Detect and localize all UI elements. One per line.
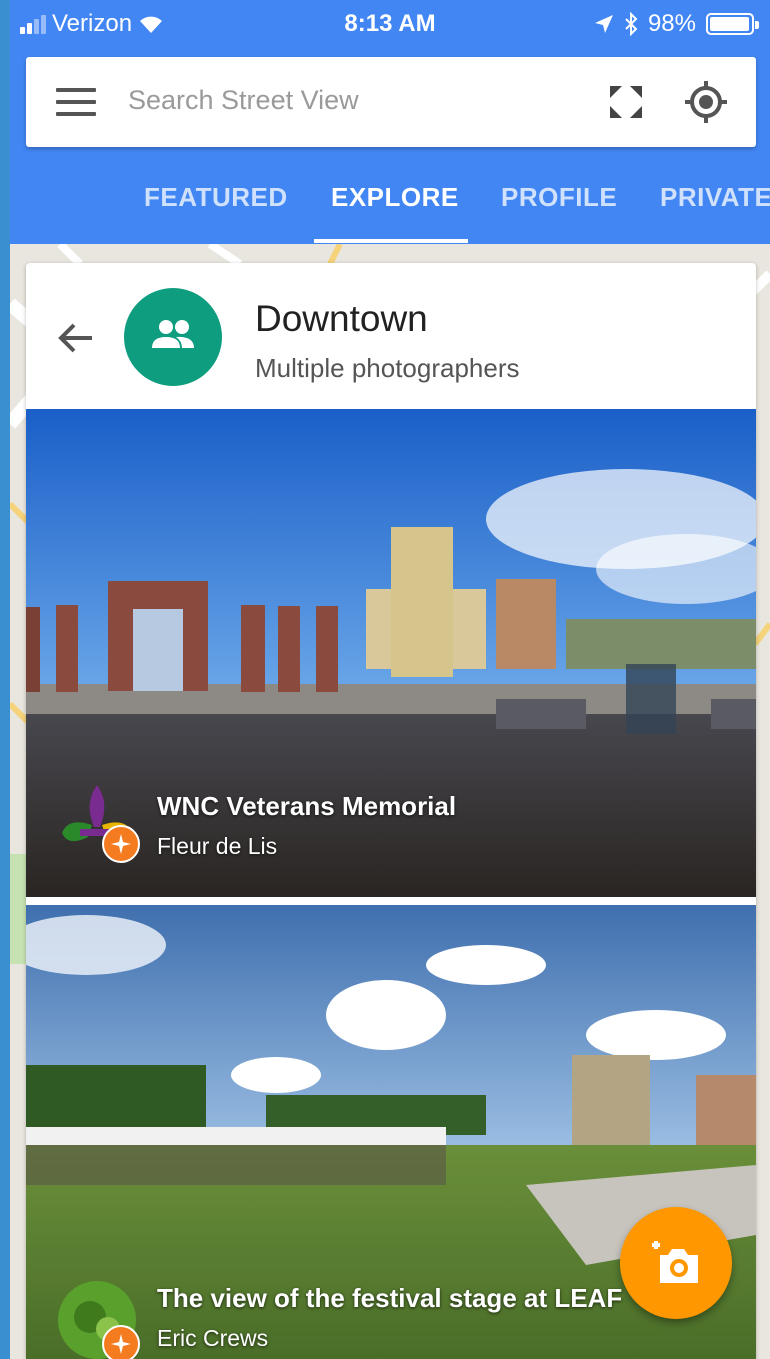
photo-title: The view of the festival stage at LEAF bbox=[157, 1283, 623, 1313]
collection-title: Downtown bbox=[255, 298, 428, 339]
search-input[interactable]: Search Street View bbox=[128, 85, 359, 116]
people-icon bbox=[152, 320, 194, 348]
badge-icon bbox=[102, 825, 140, 863]
active-tab-indicator bbox=[314, 239, 468, 243]
fullscreen-icon[interactable] bbox=[606, 82, 646, 122]
tab-bar: FEATURED EXPLORE PROFILE PRIVATE bbox=[10, 172, 770, 244]
search-bar[interactable]: Search Street View bbox=[26, 57, 756, 147]
tab-featured[interactable]: FEATURED bbox=[144, 182, 288, 213]
add-photo-button[interactable] bbox=[620, 1207, 732, 1319]
battery-percent: 98% bbox=[647, 10, 696, 37]
my-location-icon[interactable] bbox=[683, 79, 729, 125]
tab-private[interactable]: PRIVATE bbox=[660, 182, 770, 213]
badge-icon bbox=[102, 1325, 140, 1359]
back-arrow-icon[interactable] bbox=[56, 318, 96, 358]
location-arrow-icon bbox=[594, 15, 613, 33]
collection-card: Downtown Multiple photographers WNC Vete… bbox=[26, 263, 756, 1359]
tab-profile[interactable]: PROFILE bbox=[501, 182, 617, 213]
photo-item[interactable]: WNC Veterans Memorial Fleur de Lis bbox=[26, 409, 756, 897]
app-header: Verizon 8:13 AM 98% Search Street View F… bbox=[10, 0, 770, 244]
battery-icon bbox=[706, 13, 759, 35]
add-camera-icon bbox=[652, 1241, 698, 1283]
author-avatar bbox=[58, 1281, 140, 1359]
bluetooth-icon bbox=[625, 12, 638, 36]
photo-author: Eric Crews bbox=[157, 1325, 269, 1351]
status-bar: Verizon 8:13 AM 98% bbox=[10, 0, 770, 50]
photo-title: WNC Veterans Memorial bbox=[157, 791, 457, 821]
collection-subtitle: Multiple photographers bbox=[255, 353, 520, 383]
group-avatar bbox=[124, 288, 222, 386]
photo-author: Fleur de Lis bbox=[157, 833, 278, 859]
author-avatar bbox=[58, 781, 140, 863]
outer-frame-strip bbox=[0, 0, 10, 1359]
menu-icon[interactable] bbox=[56, 88, 96, 116]
tab-explore[interactable]: EXPLORE bbox=[331, 182, 459, 213]
